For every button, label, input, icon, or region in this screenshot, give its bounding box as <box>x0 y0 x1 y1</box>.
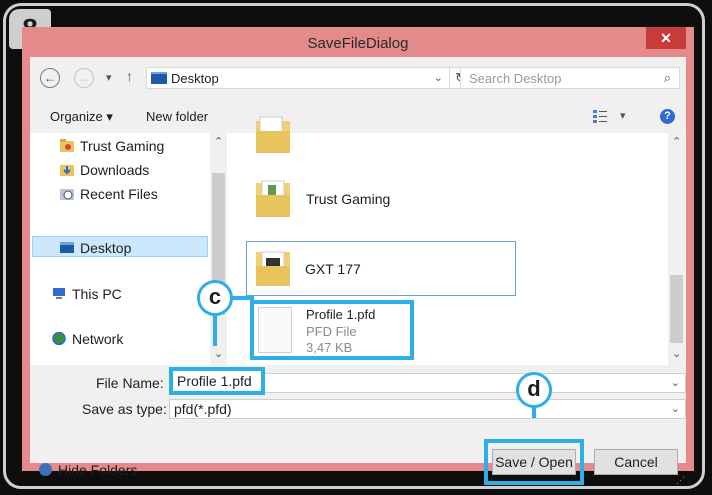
profile-file-size: 3,47 KB <box>306 340 353 355</box>
view-dropdown-icon[interactable]: ▾ <box>620 109 626 122</box>
profile-file-type: PFD File <box>306 324 357 339</box>
help-icon[interactable]: ? <box>660 109 675 124</box>
callout-d: d <box>516 372 552 408</box>
scroll-down-icon[interactable]: ⌄ <box>214 347 223 360</box>
save-type-select[interactable]: pfd(*.pfd) ⌄ <box>169 399 686 419</box>
callout-c: c <box>197 280 233 316</box>
window-title: SaveFileDialog <box>307 35 409 52</box>
title-bar: SaveFileDialog ✕ <box>22 27 694 57</box>
recent-locations-chevron-icon[interactable]: ▾ <box>106 71 112 84</box>
address-bar[interactable]: Desktop ⌄ <box>146 67 450 89</box>
organize-menu[interactable]: Organize ▾ <box>50 109 113 125</box>
trust-gaming-folder-icon <box>60 139 74 152</box>
save-type-dropdown-icon[interactable]: ⌄ <box>671 402 680 415</box>
nav-item-network[interactable]: Network <box>72 331 123 347</box>
profile-file-tile[interactable]: Profile 1.pfd PFD File 3,47 KB <box>250 300 414 360</box>
content-scrollbar[interactable]: ⌃ ⌄ <box>668 133 685 365</box>
file-name-dropdown-icon[interactable]: ⌄ <box>671 376 680 389</box>
file-icon <box>258 307 292 353</box>
search-placeholder: Search Desktop <box>469 71 562 86</box>
save-open-button[interactable]: Save / Open <box>492 449 576 475</box>
partial-folder-icon <box>256 116 290 153</box>
address-dropdown-icon[interactable]: ⌄ <box>434 71 443 84</box>
hide-folders-label: Hide Folders <box>58 462 138 478</box>
computer-icon <box>53 288 65 299</box>
save-type-value: pfd(*.pfd) <box>174 401 232 417</box>
address-row: ← → ▾ ↑ Desktop ⌄ ↻ Search Desktop ⌕ <box>30 57 686 97</box>
gxt-177-folder-tile[interactable]: GXT 177 <box>246 241 516 296</box>
trust-gaming-folder-icon <box>256 180 290 217</box>
nav-item-recent-files[interactable]: Recent Files <box>80 186 158 202</box>
nav-item-trust-gaming[interactable]: Trust Gaming <box>80 138 164 154</box>
content-scroll-down-icon[interactable]: ⌄ <box>672 347 681 360</box>
search-icon: ⌕ <box>663 70 671 85</box>
downloads-icon <box>60 165 74 176</box>
file-list-pane: Trust Gaming GXT 177 Profile 1.pfd PFD F… <box>230 116 686 365</box>
dialog-client: ← → ▾ ↑ Desktop ⌄ ↻ Search Desktop ⌕ Org… <box>30 57 686 485</box>
forward-icon[interactable]: → <box>74 68 94 88</box>
back-icon[interactable]: ← <box>40 68 60 88</box>
up-arrow-icon[interactable]: ↑ <box>126 68 133 84</box>
desktop-folder-icon <box>151 72 167 84</box>
recent-files-icon <box>60 189 74 200</box>
save-type-label: Save as type: <box>82 401 167 417</box>
file-name-label: File Name: <box>96 375 164 391</box>
content-scroll-thumb[interactable] <box>670 275 683 343</box>
save-file-dialog: SaveFileDialog ✕ ← → ▾ ↑ Desktop ⌄ ↻ Sea… <box>22 27 694 485</box>
search-input[interactable]: Search Desktop ⌕ <box>460 67 680 89</box>
hide-folders-chevron-icon <box>39 463 52 476</box>
content-scroll-up-icon[interactable]: ⌃ <box>672 135 681 148</box>
nav-item-this-pc[interactable]: This PC <box>72 286 122 302</box>
resize-grip-icon[interactable]: ⋰ <box>676 475 685 486</box>
navigation-pane: Trust Gaming Downloads Recent Files Desk… <box>30 133 230 365</box>
gxt-177-folder-icon <box>256 251 290 286</box>
command-toolbar: Organize ▾ New folder ▾ ? <box>30 101 686 134</box>
gxt-177-folder-label: GXT 177 <box>305 261 361 277</box>
address-path: Desktop <box>171 71 219 86</box>
cancel-button[interactable]: Cancel <box>594 449 678 475</box>
nav-item-desktop[interactable]: Desktop <box>80 240 131 256</box>
desktop-icon <box>60 242 74 253</box>
callout-c-connector <box>230 296 254 300</box>
nav-item-downloads[interactable]: Downloads <box>80 162 149 178</box>
file-name-highlight: Profile 1.pfd <box>169 367 265 395</box>
save-options-area: File Name: ⌄ Profile 1.pfd Save as type:… <box>30 367 686 485</box>
view-options-icon[interactable] <box>592 108 608 124</box>
file-name-value: Profile 1.pfd <box>177 373 252 389</box>
network-icon <box>52 332 66 345</box>
callout-c-file-connector <box>213 314 217 346</box>
close-button[interactable]: ✕ <box>646 27 686 49</box>
scroll-up-icon[interactable]: ⌃ <box>214 135 223 148</box>
trust-gaming-folder-label[interactable]: Trust Gaming <box>306 191 390 207</box>
new-folder-button[interactable]: New folder <box>146 109 208 124</box>
profile-file-name: Profile 1.pfd <box>306 307 376 322</box>
